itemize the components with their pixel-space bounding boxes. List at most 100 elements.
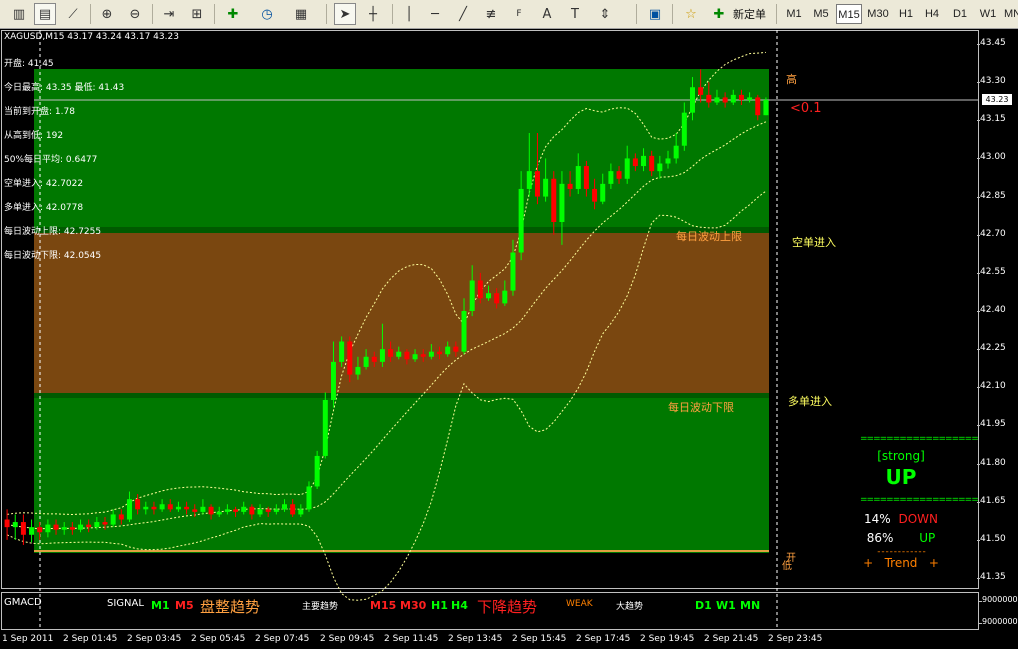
periods-icon[interactable]: ◷ — [256, 3, 278, 25]
candle-body — [159, 504, 165, 510]
text-label-icon[interactable]: T — [564, 3, 586, 25]
info-daily-average: 50%每日平均: 0.6477 — [4, 155, 98, 165]
candle-body — [657, 163, 663, 172]
price-axis-label: 42.40 — [977, 305, 1018, 315]
candle-body — [102, 522, 108, 525]
chart-shift-icon[interactable]: ⊞ — [186, 3, 208, 25]
price-axis-label: 41.35 — [977, 572, 1018, 582]
tf-h1[interactable]: H1 — [894, 4, 918, 24]
zoom-out-icon[interactable]: ⊖ — [124, 3, 146, 25]
candle-body — [469, 280, 475, 311]
candle-body — [453, 346, 459, 352]
candle-body — [339, 341, 345, 362]
candle-body — [763, 99, 769, 116]
price-axis-label: 43.45 — [977, 38, 1018, 48]
fibonacci-icon[interactable]: F — [508, 3, 530, 25]
price-axis-label: 41.80 — [977, 458, 1018, 468]
candle-body — [551, 178, 557, 222]
new-order-label[interactable]: 新定单 — [733, 6, 766, 22]
indicator-axis-top: 9000000 — [979, 595, 1018, 604]
candle-body — [412, 354, 418, 360]
indicators-icon[interactable]: ✚ — [222, 3, 244, 25]
lower-zone-edge — [34, 393, 769, 398]
arrows-icon[interactable]: ⇕ — [594, 3, 616, 25]
symbol-line: XAGUSD,M15 43.17 43.24 43.17 43.23 — [4, 32, 179, 42]
tf-m15[interactable]: M15 — [836, 4, 862, 24]
crosshair-icon[interactable]: ┼ — [362, 3, 384, 25]
cursor-icon[interactable]: ➤ — [334, 3, 356, 25]
candle-body — [126, 499, 132, 520]
window-icon[interactable]: ▣ — [644, 3, 666, 25]
candle-body — [445, 346, 451, 355]
candle-body — [730, 94, 736, 103]
candle-body — [322, 400, 328, 456]
info-short-entry: 空单进入: 42.7022 — [4, 179, 84, 189]
line-chart-icon[interactable]: ⟋ — [62, 3, 84, 25]
price-axis-label: 43.15 — [977, 114, 1018, 124]
tf-m5[interactable]: M5 — [808, 4, 834, 24]
info-open: 开盘: 41.45 — [4, 59, 54, 69]
templates-icon[interactable]: ▦ — [290, 3, 312, 25]
candle-body — [363, 356, 369, 367]
horizontal-line-icon[interactable]: ─ — [424, 3, 446, 25]
candle-body — [534, 171, 540, 197]
new-order-icon[interactable]: ✚ — [708, 3, 730, 25]
short-entry-label: 空单进入 — [792, 236, 836, 249]
price-axis-label: 42.70 — [977, 229, 1018, 239]
candle-body — [755, 97, 761, 116]
candle-body — [355, 366, 361, 375]
daily-range-zone — [34, 233, 769, 393]
time-axis-label: 2 Sep 15:45 — [512, 634, 567, 644]
time-axis-label: 2 Sep 19:45 — [640, 634, 695, 644]
tf-h4[interactable]: H4 — [920, 4, 944, 24]
candle-body — [583, 166, 589, 189]
time-axis-label: 2 Sep 11:45 — [384, 634, 439, 644]
main-trend-label: 主要趋势 — [302, 602, 339, 612]
up-label: UP — [919, 531, 936, 545]
time-axis-label: 2 Sep 17:45 — [576, 634, 631, 644]
price-axis-label: 42.55 — [977, 267, 1018, 277]
info-high-low: 今日最高: 43.35 最低: 41.43 — [4, 83, 125, 93]
candle-body — [437, 351, 443, 355]
candle-body — [135, 499, 141, 510]
tf-m30[interactable]: M30 — [864, 4, 892, 24]
ratio-label: <0.1 — [790, 101, 822, 116]
zoom-in-icon[interactable]: ⊕ — [96, 3, 118, 25]
candle-body — [722, 97, 728, 103]
candlestick-chart-icon[interactable]: ▤ — [34, 3, 56, 25]
candle-body — [428, 351, 434, 357]
candle-body — [608, 171, 614, 184]
tf-m1-signal: M1 — [151, 599, 170, 612]
candle-body — [37, 527, 43, 533]
signal-up-row: 86% UP — [860, 531, 942, 545]
candle-body — [404, 351, 410, 360]
candle-body — [282, 504, 288, 510]
candle-body — [175, 506, 181, 510]
tf-mn[interactable]: MN — [1004, 4, 1018, 24]
tf-w1-signal: W1 — [716, 599, 736, 612]
bar-chart-icon[interactable]: ▥ — [8, 3, 30, 25]
tf-d1[interactable]: D1 — [948, 4, 972, 24]
high-label: 高 — [786, 73, 797, 86]
experts-icon[interactable]: ☆ — [680, 3, 702, 25]
chart-window[interactable]: XAGUSD,M15 43.17 43.24 43.17 43.23 开盘: 4… — [0, 29, 1018, 649]
info-long-entry: 多单进入: 42.0778 — [4, 203, 84, 213]
candle-body — [208, 506, 214, 515]
weak-label: WEAK — [566, 599, 593, 609]
auto-scroll-icon[interactable]: ⇥ — [158, 3, 180, 25]
equidistant-channel-icon[interactable]: ≢ — [480, 3, 502, 25]
candle-body — [167, 504, 173, 510]
candle-body — [575, 166, 581, 189]
vertical-line-icon[interactable]: │ — [398, 3, 420, 25]
text-icon[interactable]: A — [536, 3, 558, 25]
candle-body — [45, 524, 51, 533]
candle-body — [86, 524, 92, 528]
price-axis-label: 41.95 — [977, 419, 1018, 429]
tf-w1[interactable]: W1 — [976, 4, 1000, 24]
tf-m1[interactable]: M1 — [782, 4, 806, 24]
lower-green-zone — [34, 393, 769, 553]
tf-h4-signal: H4 — [451, 599, 468, 612]
time-axis-label: 2 Sep 21:45 — [704, 634, 759, 644]
signal-down-row: 14% DOWN — [860, 512, 942, 526]
trendline-icon[interactable]: ╱ — [452, 3, 474, 25]
